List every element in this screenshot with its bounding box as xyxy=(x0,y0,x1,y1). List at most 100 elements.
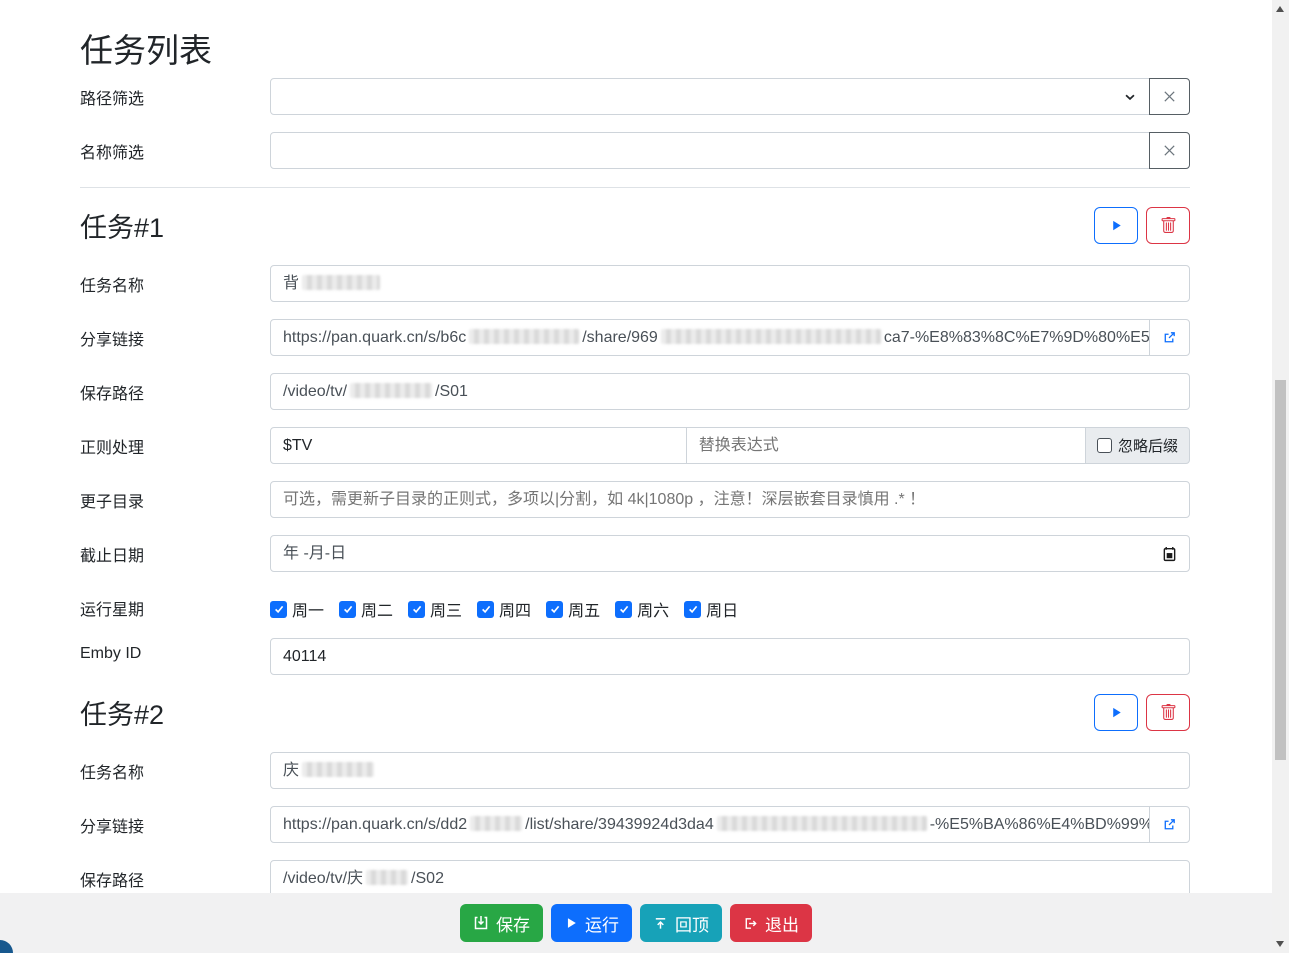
task1-path-row: 保存路径 /video/tv//S01 xyxy=(80,373,1190,410)
task2-name-row: 任务名称 庆 xyxy=(80,752,1190,789)
redacted-text xyxy=(366,870,408,885)
exit-button[interactable]: 退出 xyxy=(730,904,812,942)
date-placeholder-text: 年 -月-日 xyxy=(283,536,346,571)
field-label: 分享链接 xyxy=(80,806,270,837)
main-content: 任务列表 路径筛选 名称筛选 xyxy=(80,0,1190,914)
task1-deadline-input[interactable]: 年 -月-日 xyxy=(270,535,1190,572)
task1-header: 任务#1 xyxy=(80,206,1190,245)
task2-header: 任务#2 xyxy=(80,693,1190,732)
task1-name-text: 背 xyxy=(283,275,299,292)
run-button[interactable]: 运行 xyxy=(551,904,632,942)
task1-subdir-input[interactable] xyxy=(270,481,1190,518)
task2-name-input[interactable]: 庆 xyxy=(270,752,1190,789)
weekday-label: 周三 xyxy=(430,597,462,621)
weekday-sun[interactable]: 周日 xyxy=(684,597,738,621)
name-filter-clear-button[interactable] xyxy=(1149,132,1190,169)
task1-delete-button[interactable] xyxy=(1146,207,1190,244)
close-icon xyxy=(1162,89,1177,104)
arrow-bar-up-icon xyxy=(653,916,668,931)
name-filter-input[interactable] xyxy=(270,132,1150,169)
task2-name-text: 庆 xyxy=(283,762,299,779)
run-button-label: 运行 xyxy=(585,911,619,936)
field-label: 分享链接 xyxy=(80,319,270,350)
task1-regex-row: 正则处理 忽略后缀 xyxy=(80,427,1190,464)
scrollbar[interactable] xyxy=(1272,0,1289,953)
checked-checkbox-icon xyxy=(270,601,287,618)
close-icon xyxy=(1162,143,1177,158)
weekday-fri[interactable]: 周五 xyxy=(546,597,600,621)
path-filter-row: 路径筛选 xyxy=(80,78,1190,115)
field-label: Emby ID xyxy=(80,638,270,663)
redacted-text xyxy=(469,329,579,344)
footer-bar: 保存 运行 回顶 退出 xyxy=(0,893,1272,953)
path-filter-clear-button[interactable] xyxy=(1149,78,1190,115)
task1-save-path-input[interactable]: /video/tv//S01 xyxy=(270,373,1190,410)
task1-share-input[interactable]: https://pan.quark.cn/s/b6c/share/969ca7-… xyxy=(270,319,1150,356)
box-arrow-up-right-icon xyxy=(1162,817,1177,832)
play-icon xyxy=(564,916,578,930)
weekday-label: 周二 xyxy=(361,597,393,621)
checked-checkbox-icon xyxy=(477,601,494,618)
name-filter-row: 名称筛选 xyxy=(80,132,1190,169)
path-filter-label: 路径筛选 xyxy=(80,78,270,109)
weekday-mon[interactable]: 周一 xyxy=(270,597,324,621)
field-label: 正则处理 xyxy=(80,427,270,458)
save-button[interactable]: 保存 xyxy=(460,904,543,942)
checked-checkbox-icon xyxy=(615,601,632,618)
back-to-top-button[interactable]: 回顶 xyxy=(640,904,722,942)
task1-run-button[interactable] xyxy=(1094,207,1138,244)
calendar-icon[interactable] xyxy=(1162,546,1177,562)
task2-run-button[interactable] xyxy=(1094,694,1138,731)
path-filter-select[interactable] xyxy=(270,78,1150,115)
task2-share-row: 分享链接 https://pan.quark.cn/s/dd2/list/sha… xyxy=(80,806,1190,843)
weekday-label: 周一 xyxy=(292,597,324,621)
redacted-text xyxy=(350,383,432,398)
task2-delete-button[interactable] xyxy=(1146,694,1190,731)
redacted-text xyxy=(302,762,374,777)
page-title: 任务列表 xyxy=(80,24,1190,72)
field-label: 保存路径 xyxy=(80,373,270,404)
box-arrow-right-icon xyxy=(743,916,758,931)
field-label: 保存路径 xyxy=(80,860,270,891)
section-divider xyxy=(80,187,1190,188)
task2-open-share-link-button[interactable] xyxy=(1149,806,1190,843)
field-label: 任务名称 xyxy=(80,265,270,296)
weekday-checkbox-group: 周一 周二 周三 周四 周五 xyxy=(270,589,1190,621)
save-icon xyxy=(473,915,489,931)
field-label: 任务名称 xyxy=(80,752,270,783)
task2-heading: 任务#2 xyxy=(80,693,164,732)
trash-icon xyxy=(1160,704,1177,721)
trash-icon xyxy=(1160,217,1177,234)
task2-save-path-input[interactable]: /video/tv/庆/S02 xyxy=(270,860,1190,897)
task1-regex-input[interactable] xyxy=(270,427,687,464)
weekday-thu[interactable]: 周四 xyxy=(477,597,531,621)
scroll-up-arrow[interactable] xyxy=(1276,6,1284,12)
name-filter-label: 名称筛选 xyxy=(80,132,270,163)
scroll-down-arrow[interactable] xyxy=(1276,941,1284,947)
weekday-wed[interactable]: 周三 xyxy=(408,597,462,621)
checked-checkbox-icon xyxy=(546,601,563,618)
weekday-label: 周日 xyxy=(706,597,738,621)
weekday-label: 周四 xyxy=(499,597,531,621)
scrollbar-thumb[interactable] xyxy=(1275,380,1286,760)
task2-path-row: 保存路径 /video/tv/庆/S02 xyxy=(80,860,1190,897)
task1-replace-input[interactable] xyxy=(686,427,1086,464)
task1-subdir-row: 更子目录 xyxy=(80,481,1190,518)
play-icon xyxy=(1109,218,1124,233)
checked-checkbox-icon xyxy=(339,601,356,618)
weekday-sat[interactable]: 周六 xyxy=(615,597,669,621)
task1-heading: 任务#1 xyxy=(80,206,164,245)
task1-share-row: 分享链接 https://pan.quark.cn/s/b6c/share/96… xyxy=(80,319,1190,356)
task2-share-input[interactable]: https://pan.quark.cn/s/dd2/list/share/39… xyxy=(270,806,1150,843)
box-arrow-up-right-icon xyxy=(1162,330,1177,345)
redacted-text xyxy=(661,329,881,344)
task1-emby-id-input[interactable] xyxy=(270,638,1190,675)
task1-weekdays-row: 运行星期 周一 周二 周三 周四 xyxy=(80,589,1190,621)
task1-name-input[interactable]: 背 xyxy=(270,265,1190,302)
weekday-label: 周五 xyxy=(568,597,600,621)
task1-open-share-link-button[interactable] xyxy=(1149,319,1190,356)
weekday-tue[interactable]: 周二 xyxy=(339,597,393,621)
field-label: 截止日期 xyxy=(80,535,270,566)
checked-checkbox-icon xyxy=(408,601,425,618)
task1-ignore-suffix-checkbox[interactable] xyxy=(1097,438,1112,453)
